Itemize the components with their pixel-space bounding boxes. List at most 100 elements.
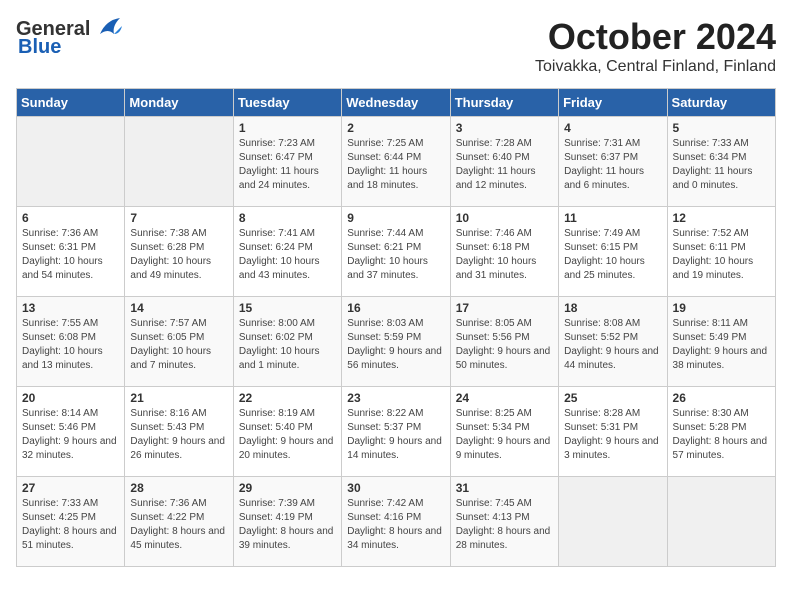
day-info: Sunrise: 7:31 AMSunset: 6:37 PMDaylight:… [564, 137, 661, 193]
day-info: Sunrise: 7:36 AMSunset: 4:22 PMDaylight:… [130, 497, 227, 553]
day-number: 28 [130, 481, 227, 495]
day-info: Sunrise: 7:23 AMSunset: 6:47 PMDaylight:… [239, 137, 336, 193]
day-info: Sunrise: 7:44 AMSunset: 6:21 PMDaylight:… [347, 227, 444, 283]
day-info: Sunrise: 7:46 AMSunset: 6:18 PMDaylight:… [456, 227, 553, 283]
day-number: 18 [564, 301, 661, 315]
day-info: Sunrise: 7:39 AMSunset: 4:19 PMDaylight:… [239, 497, 336, 553]
calendar-cell: 19 Sunrise: 8:11 AMSunset: 5:49 PMDayligh… [667, 297, 775, 387]
calendar-cell: 31 Sunrise: 7:45 AMSunset: 4:13 PMDayligh… [450, 477, 558, 567]
day-number: 16 [347, 301, 444, 315]
day-number: 2 [347, 121, 444, 135]
calendar-table: SundayMondayTuesdayWednesdayThursdayFrid… [16, 88, 776, 567]
day-number: 11 [564, 211, 661, 225]
day-number: 31 [456, 481, 553, 495]
week-row-1: 1 Sunrise: 7:23 AMSunset: 6:47 PMDaylight… [17, 117, 776, 207]
header-tuesday: Tuesday [233, 89, 341, 117]
week-row-3: 13 Sunrise: 7:55 AMSunset: 6:08 PMDayligh… [17, 297, 776, 387]
day-info: Sunrise: 7:36 AMSunset: 6:31 PMDaylight:… [22, 227, 119, 283]
day-info: Sunrise: 8:25 AMSunset: 5:34 PMDaylight:… [456, 407, 553, 463]
day-info: Sunrise: 8:00 AMSunset: 6:02 PMDaylight:… [239, 317, 336, 373]
day-info: Sunrise: 7:38 AMSunset: 6:28 PMDaylight:… [130, 227, 227, 283]
calendar-cell: 15Sunrise: 8:00 AMSunset: 6:02 PMDayligh… [233, 297, 341, 387]
calendar-cell: 6 Sunrise: 7:36 AMSunset: 6:31 PMDaylight… [17, 207, 125, 297]
title-section: October 2024 Toivakka, Central Finland, … [535, 16, 776, 76]
calendar-cell: 12Sunrise: 7:52 AMSunset: 6:11 PMDayligh… [667, 207, 775, 297]
day-number: 30 [347, 481, 444, 495]
day-info: Sunrise: 7:28 AMSunset: 6:40 PMDaylight:… [456, 137, 553, 193]
day-info: Sunrise: 7:45 AMSunset: 4:13 PMDaylight:… [456, 497, 553, 553]
calendar-cell: 2Sunrise: 7:25 AMSunset: 6:44 PMDaylight… [342, 117, 450, 207]
calendar-cell: 10 Sunrise: 7:46 AMSunset: 6:18 PMDayligh… [450, 207, 558, 297]
day-number: 19 [673, 301, 770, 315]
week-row-4: 20 Sunrise: 8:14 AMSunset: 5:46 PMDayligh… [17, 387, 776, 477]
calendar-cell: 24 Sunrise: 8:25 AMSunset: 5:34 PMDayligh… [450, 387, 558, 477]
calendar-cell: 4 Sunrise: 7:31 AMSunset: 6:37 PMDaylight… [559, 117, 667, 207]
day-number: 24 [456, 391, 553, 405]
calendar-cell: 5 Sunrise: 7:33 AMSunset: 6:34 PMDaylight… [667, 117, 775, 207]
day-number: 21 [130, 391, 227, 405]
calendar-cell: 25 Sunrise: 8:28 AMSunset: 5:31 PMDayligh… [559, 387, 667, 477]
day-number: 25 [564, 391, 661, 405]
day-info: Sunrise: 8:16 AMSunset: 5:43 PMDaylight:… [130, 407, 227, 463]
week-row-2: 6 Sunrise: 7:36 AMSunset: 6:31 PMDaylight… [17, 207, 776, 297]
calendar-cell [125, 117, 233, 207]
day-number: 22 [239, 391, 336, 405]
calendar-cell: 30Sunrise: 7:42 AMSunset: 4:16 PMDayligh… [342, 477, 450, 567]
day-info: Sunrise: 7:55 AMSunset: 6:08 PMDaylight:… [22, 317, 119, 373]
day-info: Sunrise: 7:49 AMSunset: 6:15 PMDaylight:… [564, 227, 661, 283]
logo-bird-icon [92, 16, 122, 42]
day-info: Sunrise: 7:33 AMSunset: 4:25 PMDaylight:… [22, 497, 119, 553]
day-info: Sunrise: 7:41 AMSunset: 6:24 PMDaylight:… [239, 227, 336, 283]
location-title: Toivakka, Central Finland, Finland [535, 58, 776, 76]
calendar-cell: 7 Sunrise: 7:38 AMSunset: 6:28 PMDaylight… [125, 207, 233, 297]
day-info: Sunrise: 8:08 AMSunset: 5:52 PMDaylight:… [564, 317, 661, 373]
day-number: 17 [456, 301, 553, 315]
header-wednesday: Wednesday [342, 89, 450, 117]
day-number: 7 [130, 211, 227, 225]
day-info: Sunrise: 8:11 AMSunset: 5:49 PMDaylight:… [673, 317, 770, 373]
calendar-cell: 26Sunrise: 8:30 AMSunset: 5:28 PMDayligh… [667, 387, 775, 477]
calendar-cell [17, 117, 125, 207]
calendar-cell: 13 Sunrise: 7:55 AMSunset: 6:08 PMDayligh… [17, 297, 125, 387]
calendar-cell: 14Sunrise: 7:57 AMSunset: 6:05 PMDayligh… [125, 297, 233, 387]
week-row-5: 27 Sunrise: 7:33 AMSunset: 4:25 PMDayligh… [17, 477, 776, 567]
calendar-cell: 3 Sunrise: 7:28 AMSunset: 6:40 PMDaylight… [450, 117, 558, 207]
day-info: Sunrise: 8:14 AMSunset: 5:46 PMDaylight:… [22, 407, 119, 463]
calendar-cell [559, 477, 667, 567]
month-title: October 2024 [535, 16, 776, 58]
day-number: 13 [22, 301, 119, 315]
calendar-cell: 1 Sunrise: 7:23 AMSunset: 6:47 PMDaylight… [233, 117, 341, 207]
day-number: 20 [22, 391, 119, 405]
day-info: Sunrise: 8:19 AMSunset: 5:40 PMDaylight:… [239, 407, 336, 463]
day-number: 27 [22, 481, 119, 495]
calendar-cell [667, 477, 775, 567]
day-number: 3 [456, 121, 553, 135]
header-saturday: Saturday [667, 89, 775, 117]
header-thursday: Thursday [450, 89, 558, 117]
day-number: 8 [239, 211, 336, 225]
day-info: Sunrise: 7:57 AMSunset: 6:05 PMDaylight:… [130, 317, 227, 373]
day-number: 9 [347, 211, 444, 225]
page-header: General Blue October 2024 Toivakka, Cent… [16, 16, 776, 76]
day-number: 6 [22, 211, 119, 225]
day-number: 4 [564, 121, 661, 135]
calendar-cell: 16Sunrise: 8:03 AMSunset: 5:59 PMDayligh… [342, 297, 450, 387]
day-number: 5 [673, 121, 770, 135]
day-number: 10 [456, 211, 553, 225]
day-info: Sunrise: 8:05 AMSunset: 5:56 PMDaylight:… [456, 317, 553, 373]
day-number: 23 [347, 391, 444, 405]
day-info: Sunrise: 8:30 AMSunset: 5:28 PMDaylight:… [673, 407, 770, 463]
day-info: Sunrise: 8:22 AMSunset: 5:37 PMDaylight:… [347, 407, 444, 463]
calendar-cell: 18 Sunrise: 8:08 AMSunset: 5:52 PMDayligh… [559, 297, 667, 387]
calendar-cell: 21 Sunrise: 8:16 AMSunset: 5:43 PMDayligh… [125, 387, 233, 477]
calendar-cell: 29Sunrise: 7:39 AMSunset: 4:19 PMDayligh… [233, 477, 341, 567]
calendar-cell: 9 Sunrise: 7:44 AMSunset: 6:21 PMDaylight… [342, 207, 450, 297]
calendar-cell: 23 Sunrise: 8:22 AMSunset: 5:37 PMDayligh… [342, 387, 450, 477]
calendar-cell: 27 Sunrise: 7:33 AMSunset: 4:25 PMDayligh… [17, 477, 125, 567]
day-info: Sunrise: 8:28 AMSunset: 5:31 PMDaylight:… [564, 407, 661, 463]
calendar-cell: 11 Sunrise: 7:49 AMSunset: 6:15 PMDayligh… [559, 207, 667, 297]
day-number: 1 [239, 121, 336, 135]
day-info: Sunrise: 7:52 AMSunset: 6:11 PMDaylight:… [673, 227, 770, 283]
calendar-cell: 20 Sunrise: 8:14 AMSunset: 5:46 PMDayligh… [17, 387, 125, 477]
day-info: Sunrise: 7:33 AMSunset: 6:34 PMDaylight:… [673, 137, 770, 193]
